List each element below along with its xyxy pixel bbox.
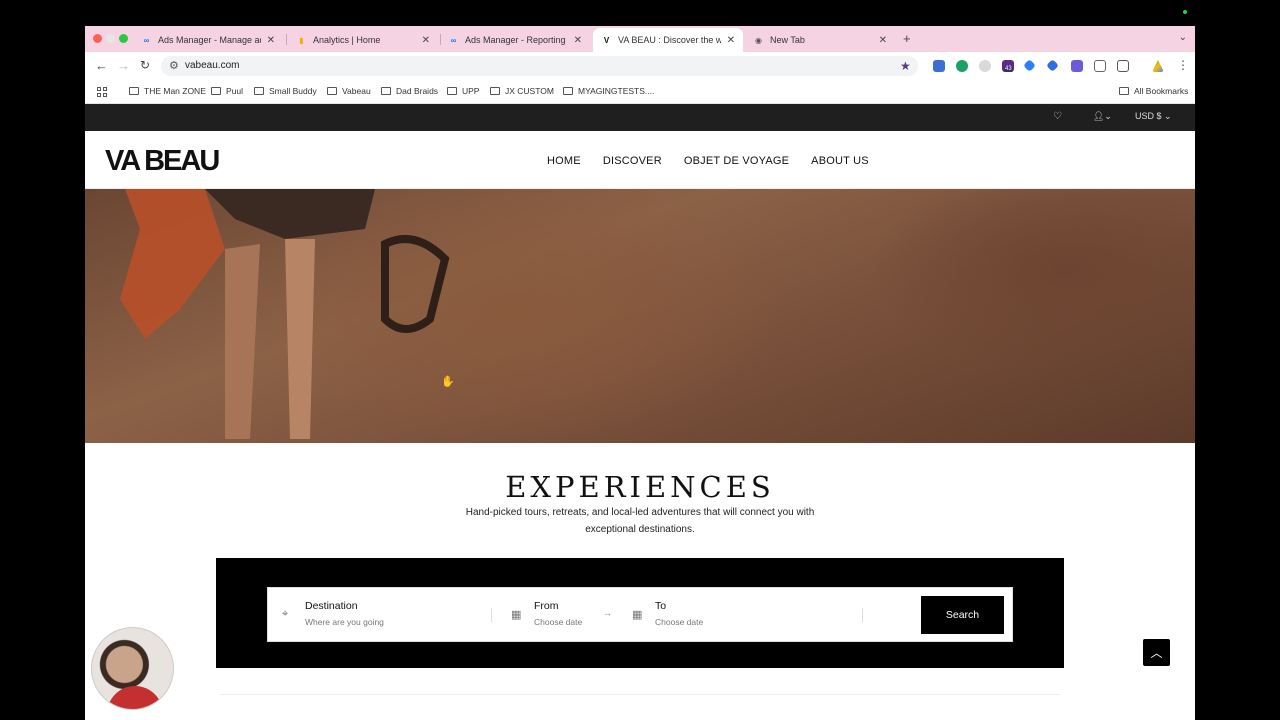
arrow-right-icon: → [603, 608, 612, 618]
folder-icon [1119, 87, 1129, 95]
experiences-subtitle: Hand-picked tours, retreats, and local-l… [465, 507, 815, 535]
bookmark-vabeau[interactable]: Vabeau [327, 86, 371, 96]
browser-toolbar: ← → ↻ ⚙ vabeau.com ★ 43 ⋮ [85, 52, 1195, 80]
grammarly-icon[interactable] [956, 60, 968, 72]
all-bookmarks[interactable]: All Bookmarks [1119, 86, 1188, 96]
url-text: vabeau.com [185, 60, 240, 71]
nav-discover[interactable]: DISCOVER [603, 155, 662, 167]
grab-cursor-icon: ✋ [441, 376, 455, 388]
folder-icon [327, 87, 337, 95]
meta-icon: ∞ [450, 35, 457, 45]
zoom-window-button[interactable] [119, 34, 128, 43]
to-date-field[interactable]: To Choose date [655, 600, 703, 627]
folder-icon [254, 87, 264, 95]
bookmark-jx-custom[interactable]: JX CUSTOM [490, 86, 554, 96]
new-tab-icon[interactable]: + [903, 31, 911, 46]
account-icon[interactable]: 👤︎⌄ [1093, 111, 1112, 122]
bookmark-the-man-zone[interactable]: THE Man ZONE [129, 86, 206, 96]
search-form: ⌖ Destination Where are you going ▦ From… [267, 587, 1013, 642]
folder-icon [447, 87, 457, 95]
folder-icon [563, 87, 573, 95]
extension-badge-count: 43 [1004, 66, 1013, 72]
bookmark-puul[interactable]: Puul [211, 86, 243, 96]
tab-ads-manager-reporting[interactable]: ∞ Ads Manager - Reporting - V ✕ [440, 28, 590, 52]
chrome-icon: ◉ [755, 35, 762, 45]
tab-strip: ∞ Ads Manager - Manage ads - ✕ ▮ Analyti… [85, 26, 1195, 52]
tab-vabeau[interactable]: V VA BEAU : Discover the world ✕ [593, 28, 743, 52]
apps-grid-icon[interactable] [97, 87, 107, 97]
minimize-window-button[interactable] [106, 34, 115, 43]
address-bar[interactable]: ⚙ vabeau.com [161, 56, 918, 76]
site-info-icon[interactable]: ⚙ [169, 59, 179, 72]
scroll-to-top-button[interactable]: ︿ [1143, 639, 1170, 666]
tab-analytics-home[interactable]: ▮ Analytics | Home ✕ [288, 28, 438, 52]
google-drive-icon[interactable] [1152, 60, 1164, 72]
meta-icon: ∞ [143, 35, 150, 45]
folder-icon [211, 87, 221, 95]
hero-figure [120, 189, 450, 439]
nav-home[interactable]: HOME [547, 155, 581, 167]
section-divider [220, 694, 1060, 695]
extension-icon[interactable] [933, 60, 945, 72]
close-window-button[interactable] [93, 34, 102, 43]
close-tab-icon[interactable]: ✕ [879, 35, 887, 46]
reload-icon[interactable]: ↻ [140, 58, 150, 72]
camera-indicator [1183, 10, 1187, 14]
calendar-icon: ▦ [632, 609, 643, 621]
calendar-icon: ▦ [511, 609, 522, 621]
extension-icon[interactable] [1046, 59, 1059, 72]
nav-objet-de-voyage[interactable]: OBJET DE VOYAGE [684, 155, 789, 167]
currency-selector[interactable]: USD $ ⌄ [1135, 111, 1172, 122]
folder-icon [490, 87, 500, 95]
from-date-field[interactable]: From Choose date [534, 600, 582, 627]
puzzle-icon[interactable] [1117, 60, 1129, 72]
destination-field[interactable]: Destination Where are you going [305, 600, 384, 627]
close-tab-icon[interactable]: ✕ [574, 35, 582, 46]
webcam-overlay [91, 627, 174, 710]
back-icon[interactable]: ← [95, 58, 108, 73]
bookmark-upp[interactable]: UPP [447, 86, 479, 96]
more-menu-icon[interactable]: ⋮ [1177, 58, 1189, 72]
tab-ads-manager-manage[interactable]: ∞ Ads Manager - Manage ads - ✕ [133, 28, 283, 52]
extension-icon[interactable] [1071, 60, 1083, 72]
qr-icon[interactable] [1094, 60, 1106, 72]
wishlist-heart-icon[interactable]: ♡ [1053, 111, 1062, 122]
site-topbar: ♡ 👤︎⌄ USD $ ⌄ [85, 104, 1195, 131]
bookmark-star-icon[interactable]: ★ [900, 59, 911, 73]
site-logo[interactable]: VA BEAU [105, 145, 220, 178]
close-tab-icon[interactable]: ✕ [267, 35, 275, 46]
location-pin-icon: ⌖ [282, 608, 289, 620]
extension-icon[interactable] [979, 60, 991, 72]
screen: ∞ Ads Manager - Manage ads - ✕ ▮ Analyti… [0, 0, 1280, 720]
chevron-down-icon[interactable]: ⌄ [1179, 32, 1187, 43]
forward-icon[interactable]: → [117, 58, 130, 73]
site-header: VA BEAU HOME DISCOVER OBJET DE VOYAGE AB… [85, 131, 1195, 189]
bookmark-dad-braids[interactable]: Dad Braids [381, 86, 438, 96]
close-tab-icon[interactable]: ✕ [727, 35, 735, 46]
nav-about-us[interactable]: ABOUT US [811, 155, 869, 167]
browser-window: ∞ Ads Manager - Manage ads - ✕ ▮ Analyti… [85, 26, 1195, 720]
main-nav: HOME DISCOVER OBJET DE VOYAGE ABOUT US [547, 155, 869, 167]
analytics-icon: ▮ [299, 35, 304, 45]
search-button[interactable]: Search [921, 596, 1004, 634]
bookmark-myagingtests[interactable]: MYAGINGTESTS.... [563, 86, 654, 96]
folder-icon [129, 87, 139, 95]
experiences-title: EXPERIENCES [505, 470, 775, 504]
hero-image: ✋ [85, 189, 1195, 443]
tag-icon[interactable] [1023, 59, 1036, 72]
vabeau-icon: V [603, 35, 610, 45]
folder-icon [381, 87, 391, 95]
bookmark-small-buddy[interactable]: Small Buddy [254, 86, 317, 96]
bookmarks-bar: THE Man ZONE Puul Small Buddy Vabeau Dad… [85, 80, 1195, 104]
search-band: ⌖ Destination Where are you going ▦ From… [216, 558, 1064, 668]
chevron-up-icon: ︿ [1150, 646, 1163, 660]
tab-new-tab[interactable]: ◉ New Tab ✕ [745, 28, 895, 52]
close-tab-icon[interactable]: ✕ [422, 35, 430, 46]
